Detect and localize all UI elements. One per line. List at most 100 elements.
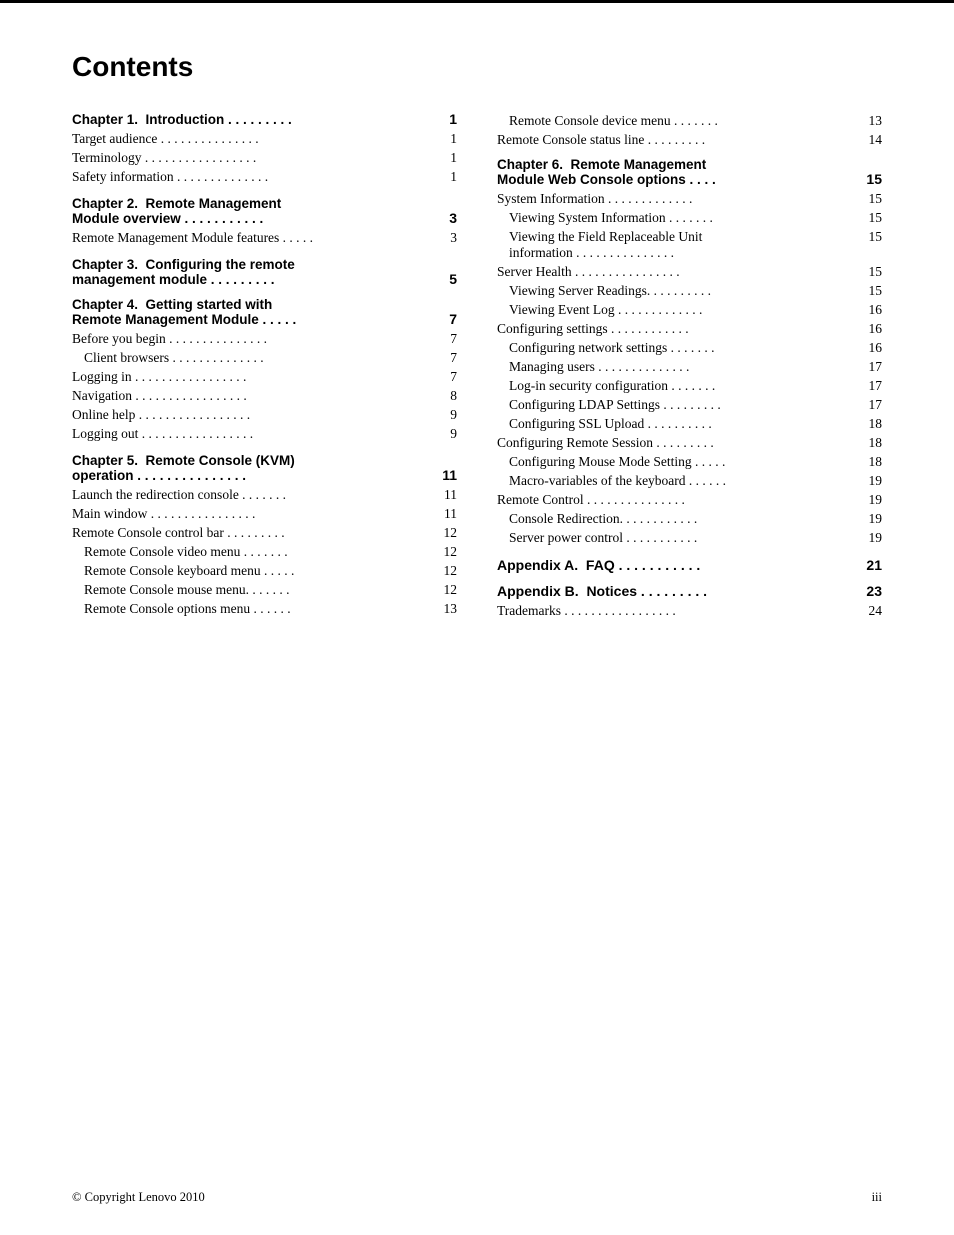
- entry-label: Viewing Server Readings. . . . . . . . .…: [509, 283, 711, 299]
- entry-label: Remote Console video menu . . . . . . .: [84, 544, 288, 560]
- entry-page: 15: [869, 210, 883, 226]
- entry-page: 15: [869, 229, 883, 245]
- entry-label: Remote Control . . . . . . . . . . . . .…: [497, 492, 685, 508]
- entry-label: Remote Console control bar . . . . . . .…: [72, 525, 285, 541]
- entry-label: Logging in . . . . . . . . . . . . . . .…: [72, 369, 246, 385]
- entry-page: 15: [869, 283, 883, 299]
- entry-label: Remote Console device menu . . . . . . .: [509, 113, 718, 129]
- toc-entry: Configuring Mouse Mode Setting . . . . .…: [497, 452, 882, 471]
- entry-page: 16: [869, 302, 883, 318]
- page-title: Contents: [72, 51, 882, 83]
- toc-entry: Navigation . . . . . . . . . . . . . . .…: [72, 386, 457, 405]
- toc-entry: Managing users . . . . . . . . . . . . .…: [497, 357, 882, 376]
- entry-page: 7: [450, 350, 457, 366]
- ch1-page: 1: [449, 111, 457, 127]
- entry-page: 18: [869, 416, 883, 432]
- entry-page: 12: [444, 544, 458, 560]
- entry-label: Configuring LDAP Settings . . . . . . . …: [509, 397, 721, 413]
- toc-entry: Safety information . . . . . . . . . . .…: [72, 167, 457, 186]
- entry-label: Configuring settings . . . . . . . . . .…: [497, 321, 689, 337]
- entry-label: Configuring Mouse Mode Setting . . . . .: [509, 454, 725, 470]
- entry-label: Main window . . . . . . . . . . . . . . …: [72, 506, 255, 522]
- entry-label: Configuring SSL Upload . . . . . . . . .…: [509, 416, 712, 432]
- entry-label: Remote Console keyboard menu . . . . .: [84, 563, 294, 579]
- toc-entry: Remote Console status line . . . . . . .…: [497, 130, 882, 149]
- entry-page: 19: [869, 530, 883, 546]
- entry-page: 16: [869, 340, 883, 356]
- toc-entry: Configuring SSL Upload . . . . . . . . .…: [497, 414, 882, 433]
- entry-page: 1: [450, 131, 457, 147]
- chapter-heading-ch1: Chapter 1. Introduction . . . . . . . . …: [72, 111, 457, 127]
- entry-page: 19: [869, 511, 883, 527]
- entry-label: Viewing Event Log . . . . . . . . . . . …: [509, 302, 702, 318]
- toc-entry: Target audience . . . . . . . . . . . . …: [72, 129, 457, 148]
- toc-entry: Log-in security configuration . . . . . …: [497, 376, 882, 395]
- toc-entry-keyboard-menu: Remote Console keyboard menu . . . . . 1…: [72, 561, 457, 580]
- toc-entry: Viewing System Information . . . . . . .…: [497, 208, 882, 227]
- ch5-title: Chapter 5. Remote Console (KVM)operation…: [72, 453, 295, 483]
- toc-section-appA: Appendix A. FAQ . . . . . . . . . . . 21: [497, 557, 882, 573]
- chapter-heading-ch2: Chapter 2. Remote ManagementModule overv…: [72, 196, 457, 226]
- entry-page: 17: [869, 359, 883, 375]
- entry-label: System Information . . . . . . . . . . .…: [497, 191, 692, 207]
- toc-section-ch6: Chapter 6. Remote ManagementModule Web C…: [497, 157, 882, 547]
- toc-entry: Remote Console options menu . . . . . . …: [72, 599, 457, 618]
- toc-entry: Launch the redirection console . . . . .…: [72, 485, 457, 504]
- ch4-title: Chapter 4. Getting started withRemote Ma…: [72, 297, 296, 327]
- toc-left-column: Chapter 1. Introduction . . . . . . . . …: [72, 111, 457, 628]
- toc-entry: Logging in . . . . . . . . . . . . . . .…: [72, 367, 457, 386]
- footer-copyright: © Copyright Lenovo 2010: [72, 1190, 205, 1205]
- toc-section-appB: Appendix B. Notices . . . . . . . . . 23…: [497, 583, 882, 620]
- appendix-heading-a: Appendix A. FAQ . . . . . . . . . . . 21: [497, 557, 882, 573]
- entry-label: Navigation . . . . . . . . . . . . . . .…: [72, 388, 247, 404]
- entry-page: 1: [450, 169, 457, 185]
- entry-page: 17: [869, 397, 883, 413]
- entry-label: Before you begin . . . . . . . . . . . .…: [72, 331, 267, 347]
- entry-label: Server power control . . . . . . . . . .…: [509, 530, 697, 546]
- entry-label: Viewing System Information . . . . . . .: [509, 210, 713, 226]
- ch4-page: 7: [449, 311, 457, 327]
- entry-label: Server Health . . . . . . . . . . . . . …: [497, 264, 680, 280]
- entry-label: Remote Console options menu . . . . . .: [84, 601, 291, 617]
- ch6-title: Chapter 6. Remote ManagementModule Web C…: [497, 157, 716, 187]
- entry-label: Remote Console mouse menu. . . . . . .: [84, 582, 289, 598]
- entry-label: Configuring network settings . . . . . .…: [509, 340, 715, 356]
- ch2-title: Chapter 2. Remote ManagementModule overv…: [72, 196, 281, 226]
- entry-page: 13: [869, 113, 883, 129]
- toc-entry: Viewing Server Readings. . . . . . . . .…: [497, 281, 882, 300]
- entry-page: 14: [869, 132, 883, 148]
- entry-page: 11: [444, 487, 457, 503]
- entry-page: 1: [450, 150, 457, 166]
- toc-entry: Server Health . . . . . . . . . . . . . …: [497, 262, 882, 281]
- entry-label: Remote Management Module features . . . …: [72, 230, 313, 246]
- appA-title: Appendix A. FAQ . . . . . . . . . . .: [497, 557, 700, 573]
- entry-label: Terminology . . . . . . . . . . . . . . …: [72, 150, 256, 166]
- appB-page: 23: [866, 583, 882, 599]
- entry-label: Client browsers . . . . . . . . . . . . …: [84, 350, 264, 366]
- entry-label: Console Redirection. . . . . . . . . . .…: [509, 511, 697, 527]
- toc-entry: Remote Console device menu . . . . . . .…: [497, 111, 882, 130]
- entry-page: 9: [450, 426, 457, 442]
- entry-page: 15: [869, 191, 883, 207]
- entry-label: Online help . . . . . . . . . . . . . . …: [72, 407, 250, 423]
- entry-page: 7: [450, 369, 457, 385]
- appA-page: 21: [866, 557, 882, 573]
- entry-label: Logging out . . . . . . . . . . . . . . …: [72, 426, 253, 442]
- toc-entry: Remote Control . . . . . . . . . . . . .…: [497, 490, 882, 509]
- toc-entry: Configuring network settings . . . . . .…: [497, 338, 882, 357]
- entry-page: 11: [444, 506, 457, 522]
- toc-section-ch1: Chapter 1. Introduction . . . . . . . . …: [72, 111, 457, 186]
- entry-page: 12: [444, 525, 458, 541]
- entry-label: Target audience . . . . . . . . . . . . …: [72, 131, 259, 147]
- entry-page: 17: [869, 378, 883, 394]
- ch1-title: Chapter 1. Introduction . . . . . . . . …: [72, 112, 292, 127]
- toc-entry: System Information . . . . . . . . . . .…: [497, 189, 882, 208]
- ch6-page: 15: [866, 171, 882, 187]
- entry-page: 7: [450, 331, 457, 347]
- appB-title: Appendix B. Notices . . . . . . . . .: [497, 583, 707, 599]
- toc-entry: Main window . . . . . . . . . . . . . . …: [72, 504, 457, 523]
- entry-page: 13: [444, 601, 458, 617]
- chapter-heading-ch3: Chapter 3. Configuring the remotemanagem…: [72, 257, 457, 287]
- footer-page-number: iii: [872, 1190, 882, 1205]
- toc-section-ch4: Chapter 4. Getting started withRemote Ma…: [72, 297, 457, 443]
